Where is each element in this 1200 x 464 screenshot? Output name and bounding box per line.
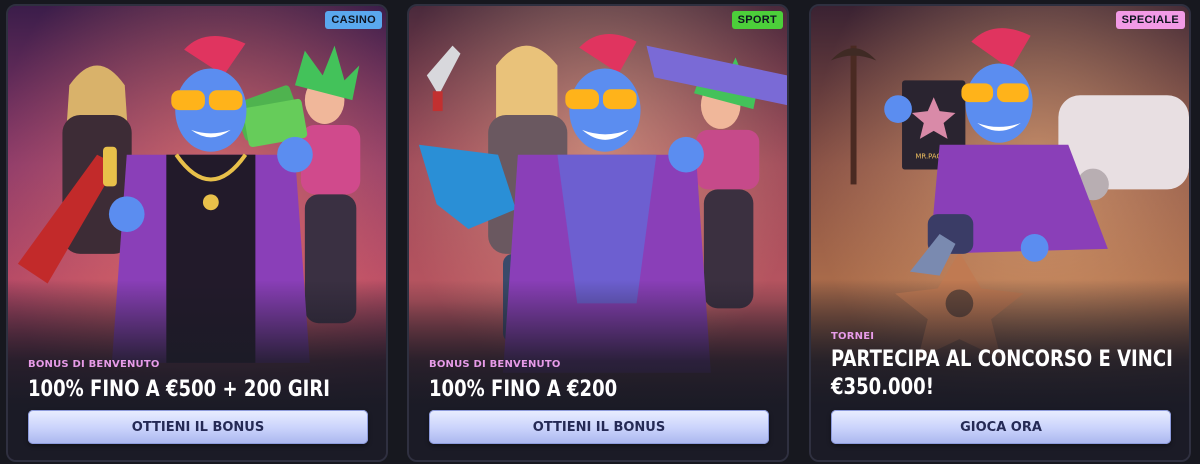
category-badge-sport: SPORT xyxy=(731,11,783,29)
promo-card-sport[interactable]: SPORT BONUS DI BENVENUTO 100% FINO A €20… xyxy=(407,4,789,462)
promo-headline: PARTECIPA AL CONCORSO E VINCI €350.000! xyxy=(831,347,1173,400)
promo-headline: 100% FINO A €500 + 200 GIRI xyxy=(28,377,330,402)
get-bonus-button[interactable]: OTTIENI IL BONUS xyxy=(28,410,368,444)
category-badge-speciale: SPECIALE xyxy=(1115,11,1185,29)
promo-card-casino[interactable]: CASINO BONUS DI BENVENUTO 100% FINO A €5… xyxy=(6,4,388,462)
promo-headline: 100% FINO A €200 xyxy=(429,377,618,402)
category-badge-casino: CASINO xyxy=(325,11,382,29)
get-bonus-button[interactable]: OTTIENI IL BONUS xyxy=(429,410,769,444)
promo-card-speciale[interactable]: MR.PACHO SPECIALE TORNEI PARTECIPA AL CO… xyxy=(809,4,1191,462)
promo-eyebrow: TORNEI xyxy=(831,331,875,342)
promo-eyebrow: BONUS DI BENVENUTO xyxy=(429,359,561,370)
play-now-button[interactable]: GIOCA ORA xyxy=(831,410,1171,444)
promo-cards-row: CASINO BONUS DI BENVENUTO 100% FINO A €5… xyxy=(0,0,1200,464)
promo-eyebrow: BONUS DI BENVENUTO xyxy=(28,359,160,370)
